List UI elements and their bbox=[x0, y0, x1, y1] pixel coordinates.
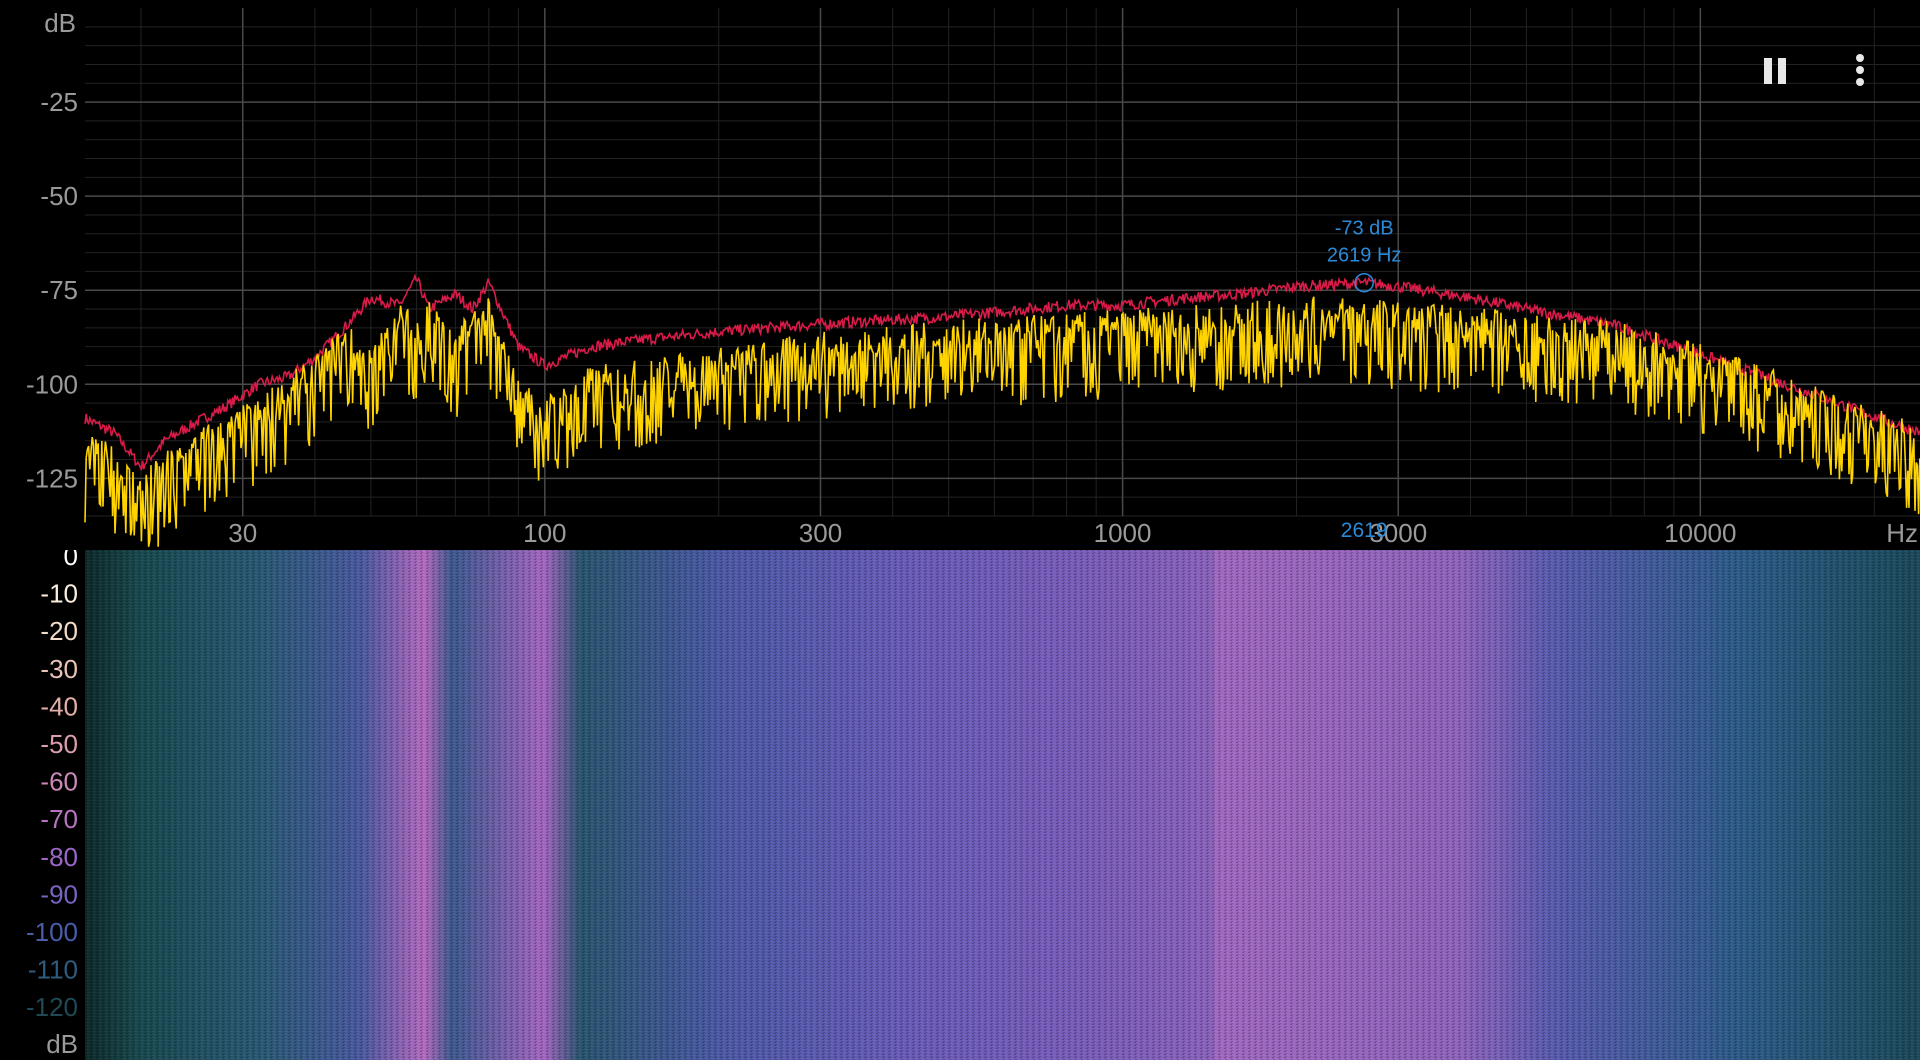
spectrogram-db-scale: 0 -10 -20 -30 -40 -50 -60 -70 -80 -90 -100 -110 -120 bbox=[26, 550, 78, 1022]
more-options-button[interactable] bbox=[1838, 48, 1882, 92]
spectrogram-scale-label: 0 bbox=[64, 550, 78, 571]
hz-tick-label: 30 bbox=[228, 518, 257, 548]
marker-axis-label: 2619 bbox=[1341, 519, 1388, 542]
pause-button[interactable] bbox=[1754, 48, 1798, 92]
spectrogram-scale-label: -80 bbox=[40, 842, 78, 872]
db-tick-label: -100 bbox=[26, 369, 78, 399]
db-tick-label: -50 bbox=[40, 181, 78, 211]
db-tick-label: -25 bbox=[40, 87, 78, 117]
spectrogram-scale-label: -110 bbox=[28, 955, 78, 985]
spectrum-chart[interactable]: -25-50-75-100-125 30 100 300 1000 3000 10000 … bbox=[0, 0, 1920, 550]
marker-circle bbox=[1354, 272, 1374, 293]
hz-tick-label: 10000 bbox=[1664, 518, 1736, 548]
spectrogram-scale-label: -100 bbox=[26, 917, 78, 947]
spectrogram-scale-label: -120 bbox=[26, 992, 78, 1022]
spectrogram-scale-label: -30 bbox=[40, 654, 78, 684]
db-tick-label: -125 bbox=[26, 463, 78, 493]
db-tick-label: -75 bbox=[40, 275, 78, 305]
spectrogram-scale-label: -70 bbox=[40, 804, 78, 834]
spectrogram: 0 -10 -20 -30 -40 -50 -60 -70 -80 -90 -100 -110 -120… bbox=[26, 550, 1920, 1060]
spectrogram-scale-label: -60 bbox=[40, 767, 78, 797]
spectrogram-scale-label: -50 bbox=[40, 729, 78, 759]
hz-axis-labels: 30 100 300 1000 3000 10000 bbox=[228, 518, 1736, 548]
marker-hz-label: 2619 Hz bbox=[1327, 245, 1402, 267]
db-axis-unit: dB bbox=[44, 8, 76, 38]
spectrogram-scale-label: -40 bbox=[40, 691, 78, 721]
hz-tick-label: 100 bbox=[523, 518, 566, 548]
hz-tick-label: 300 bbox=[799, 518, 842, 548]
spectrogram-texture bbox=[85, 550, 1920, 1060]
hz-axis-unit: Hz bbox=[1886, 518, 1918, 548]
spectrogram-scale-label: -20 bbox=[40, 616, 78, 646]
hz-tick-label: 1000 bbox=[1094, 518, 1152, 548]
db-axis-labels: -25 -50 -75 -100 -125 bbox=[26, 87, 78, 493]
marker-db-label: -73 dB bbox=[1335, 218, 1394, 240]
grid-minor bbox=[85, 8, 1920, 517]
spectrogram-scale-label: -10 bbox=[40, 579, 78, 609]
spectrogram-scale-label: -90 bbox=[40, 879, 78, 909]
spectrogram-db-unit: dB bbox=[46, 1029, 78, 1059]
